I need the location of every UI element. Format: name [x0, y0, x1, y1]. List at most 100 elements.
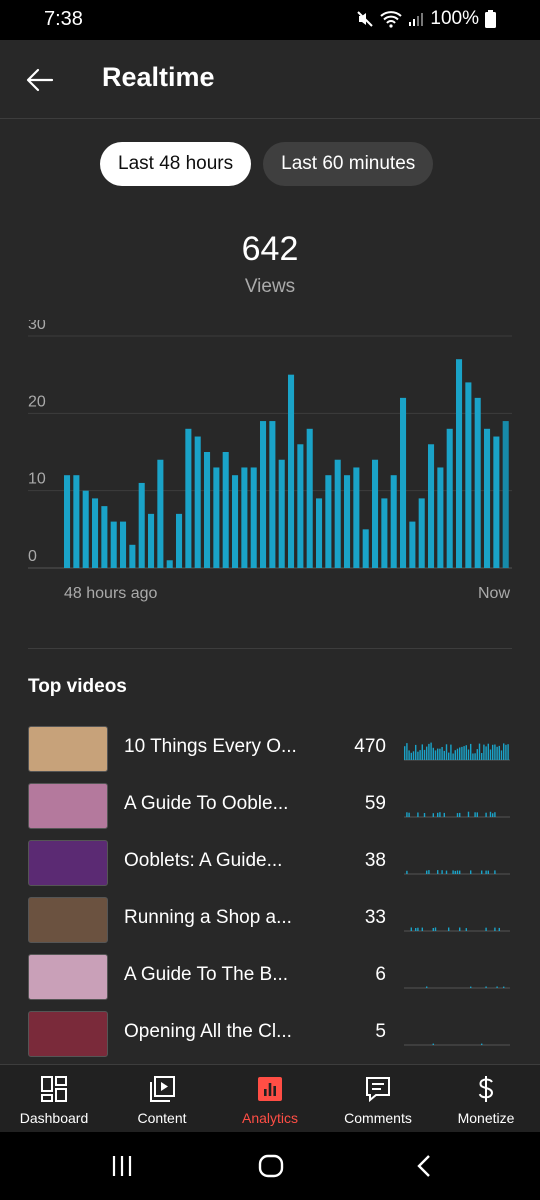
sparkline-bar — [478, 743, 481, 760]
nav-analytics[interactable]: Analytics — [216, 1065, 324, 1133]
chart-bar[interactable] — [269, 421, 276, 568]
comments-icon — [366, 1077, 390, 1103]
sparkline-bar — [443, 812, 445, 817]
sparkline-bar — [481, 870, 483, 874]
sparkline-bar — [406, 812, 408, 817]
sparkline-bar — [417, 812, 419, 817]
sparkline-bar — [439, 748, 441, 760]
top-video-row[interactable]: Ooblets: A Guide... 38 — [0, 838, 540, 886]
chart-bar[interactable] — [73, 475, 80, 568]
sparkline-bar — [454, 750, 456, 760]
content-icon — [150, 1076, 175, 1102]
views-label: Views — [244, 276, 296, 297]
sparkline-bar — [461, 746, 463, 760]
video-thumbnail — [28, 1011, 108, 1057]
chart-bar[interactable] — [306, 428, 313, 568]
sparkline-bar — [410, 752, 412, 760]
chart-bar[interactable] — [446, 428, 453, 568]
chart-bar[interactable] — [148, 513, 155, 568]
chart-bar[interactable] — [278, 459, 285, 568]
sparkline-bar — [487, 870, 489, 874]
chart-bar[interactable] — [400, 397, 407, 568]
chart-bar[interactable] — [428, 444, 435, 568]
sparkline-bar — [437, 812, 439, 817]
chart-bar[interactable] — [241, 467, 248, 568]
chart-bar[interactable] — [344, 475, 351, 568]
chart-bar[interactable] — [437, 467, 444, 568]
chart-bar[interactable] — [260, 421, 267, 568]
nav-dashboard-label: Dashboard — [19, 1110, 89, 1126]
nav-monetize[interactable]: Monetize — [432, 1065, 540, 1133]
chart-bar[interactable] — [465, 382, 472, 568]
home-icon[interactable] — [258, 1154, 284, 1178]
chart-bar[interactable] — [110, 521, 117, 568]
sparkline-bar — [465, 745, 467, 760]
back-nav-icon[interactable] — [414, 1154, 434, 1178]
top-video-row[interactable]: Opening All the Cl... 5 — [0, 1009, 540, 1057]
chart-bar[interactable] — [204, 452, 211, 568]
sparkline-bar — [432, 928, 434, 931]
chart-bar[interactable] — [82, 490, 89, 568]
chart-bar[interactable] — [297, 444, 304, 568]
chart-bar[interactable] — [493, 436, 500, 568]
nav-analytics-label: Analytics — [241, 1110, 299, 1126]
sparkline-bar — [470, 870, 472, 874]
sparkline-bar — [410, 927, 412, 931]
video-sparkline — [404, 927, 510, 932]
system-navigation-bar — [0, 1132, 540, 1200]
chart-bar[interactable] — [101, 506, 108, 568]
chart-bar[interactable] — [176, 513, 183, 568]
top-video-row[interactable]: Running a Shop a... 33 — [0, 895, 540, 943]
chart-bar[interactable] — [502, 421, 509, 568]
sparkline-bar — [459, 747, 461, 760]
chart-bar[interactable] — [157, 459, 164, 568]
tab-last-60-minutes[interactable]: Last 60 minutes — [263, 142, 434, 186]
chart-bar[interactable] — [64, 475, 71, 568]
nav-content[interactable]: Content — [108, 1065, 216, 1133]
top-video-row[interactable]: A Guide To Ooble... 59 — [0, 781, 540, 829]
sparkline-bar — [406, 743, 408, 760]
chart-bar[interactable] — [194, 436, 201, 568]
video-sparkline — [404, 742, 510, 761]
sparkline-bar — [419, 750, 421, 760]
sparkline-bar — [448, 752, 450, 760]
chart-bar[interactable] — [288, 374, 295, 568]
chart-bar[interactable] — [353, 467, 360, 568]
chart-bar[interactable] — [456, 359, 463, 568]
chart-bar[interactable] — [334, 459, 341, 568]
back-button[interactable] — [22, 62, 58, 98]
chart-bar[interactable] — [166, 560, 173, 568]
sparkline-bar — [445, 870, 448, 874]
chart-bar[interactable] — [185, 428, 192, 568]
chart-bar[interactable] — [372, 459, 379, 568]
chart-bar[interactable] — [138, 482, 145, 568]
chart-bar[interactable] — [250, 467, 257, 568]
video-views: 6 — [375, 964, 386, 985]
time-range-tabs: Last 48 hours Last 60 minutes — [100, 142, 434, 186]
chart-bar[interactable] — [381, 498, 388, 568]
chart-bar[interactable] — [474, 397, 481, 568]
chart-bar[interactable] — [120, 521, 127, 568]
chart-bar[interactable] — [316, 498, 323, 568]
chart-bar[interactable] — [129, 544, 136, 568]
nav-dashboard[interactable]: Dashboard — [0, 1065, 108, 1133]
sparkline-bar — [465, 928, 467, 931]
video-views: 5 — [375, 1021, 386, 1042]
chart-bar[interactable] — [325, 475, 332, 568]
sparkline-bar — [443, 750, 445, 760]
chart-bar[interactable] — [390, 475, 397, 568]
tab-last-48-hours[interactable]: Last 48 hours — [100, 142, 252, 186]
top-video-row[interactable]: 10 Things Every O... 470 — [0, 724, 540, 772]
chart-bar[interactable] — [92, 498, 99, 568]
nav-comments[interactable]: Comments — [324, 1065, 432, 1133]
chart-bar[interactable] — [362, 529, 369, 568]
chart-bar[interactable] — [418, 498, 425, 568]
recent-apps-icon[interactable] — [110, 1154, 134, 1178]
chart-bar[interactable] — [222, 452, 229, 568]
signal-icon — [408, 11, 424, 27]
chart-bar[interactable] — [409, 521, 416, 568]
top-video-row[interactable]: A Guide To The B... 6 — [0, 952, 540, 1000]
chart-bar[interactable] — [484, 428, 491, 568]
chart-bar[interactable] — [232, 475, 239, 568]
chart-bar[interactable] — [213, 467, 220, 568]
